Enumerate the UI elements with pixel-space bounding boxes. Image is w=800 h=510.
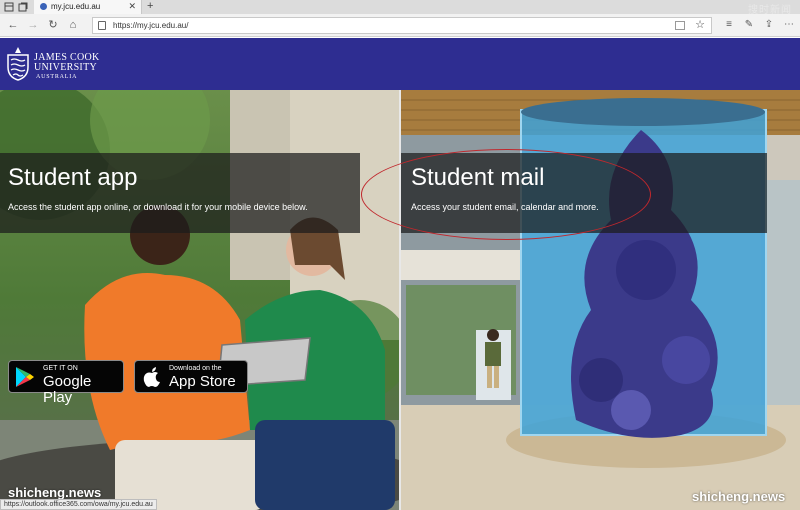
lock-icon xyxy=(98,21,106,30)
google-play-small-text: GET IT ON xyxy=(43,365,78,372)
watermark-bottom-left: shicheng.news xyxy=(8,485,102,500)
forward-icon[interactable]: → xyxy=(26,18,40,32)
tab-active[interactable]: my.jcu.edu.au ✕ xyxy=(34,0,142,14)
reading-view-icon[interactable] xyxy=(675,21,685,30)
site-header: JAMES COOK UNIVERSITY AUSTRALIA xyxy=(0,38,800,90)
share-icon[interactable]: ⇪ xyxy=(762,18,776,32)
address-url: https://my.jcu.edu.au/ xyxy=(113,21,189,30)
tab-title: my.jcu.edu.au xyxy=(51,2,101,11)
google-play-button[interactable]: GET IT ON Google Play xyxy=(8,360,124,406)
apple-icon xyxy=(143,367,160,387)
logo-line-3: AUSTRALIA xyxy=(36,74,78,80)
tab-close-icon[interactable]: ✕ xyxy=(128,0,136,13)
student-app-subtitle: Access the student app online, or downlo… xyxy=(8,202,308,212)
address-bar[interactable]: https://my.jcu.edu.au/ ☆ xyxy=(92,17,712,34)
app-store-label: App Store xyxy=(169,373,236,390)
notes-icon[interactable]: ✎ xyxy=(742,18,756,32)
student-app-overlay: Student app Access the student app onlin… xyxy=(0,153,360,233)
site-favicon-icon xyxy=(40,3,47,10)
browser-tab-strip: my.jcu.edu.au ✕ + 搜时新闻 xyxy=(0,0,800,16)
favorite-star-icon[interactable]: ☆ xyxy=(695,18,705,33)
logo-line-2: UNIVERSITY xyxy=(34,62,97,73)
app-store-small-text: Download on the xyxy=(169,365,222,372)
jcu-crest-icon xyxy=(7,47,29,81)
student-app-panel[interactable]: Student app Access the student app onlin… xyxy=(0,90,400,510)
google-play-label: Google Play xyxy=(43,373,92,406)
app-store-button[interactable]: Download on the App Store xyxy=(134,360,248,393)
google-play-icon xyxy=(16,367,34,387)
new-tab-icon[interactable]: + xyxy=(147,0,153,13)
set-aside-tabs-icon[interactable] xyxy=(18,2,28,12)
tab-actions-icon[interactable] xyxy=(4,2,14,12)
status-bar-link-preview: https://outlook.office365.com/owa/my.jcu… xyxy=(0,499,157,510)
refresh-icon[interactable]: ↻ xyxy=(46,18,60,32)
browser-nav-bar: ← → ↻ ⌂ https://my.jcu.edu.au/ ☆ ≡ ✎ ⇪ ⋯ xyxy=(0,14,800,37)
watermark-bottom-right: shicheng.news xyxy=(692,489,786,504)
back-icon[interactable]: ← xyxy=(6,18,20,32)
annotation-ellipse xyxy=(361,149,651,240)
home-icon[interactable]: ⌂ xyxy=(66,18,80,32)
more-menu-icon[interactable]: ⋯ xyxy=(782,18,796,32)
student-app-title[interactable]: Student app xyxy=(8,164,137,192)
jcu-logo[interactable]: JAMES COOK UNIVERSITY AUSTRALIA xyxy=(6,44,106,86)
favorites-hub-icon[interactable]: ≡ xyxy=(722,18,736,32)
